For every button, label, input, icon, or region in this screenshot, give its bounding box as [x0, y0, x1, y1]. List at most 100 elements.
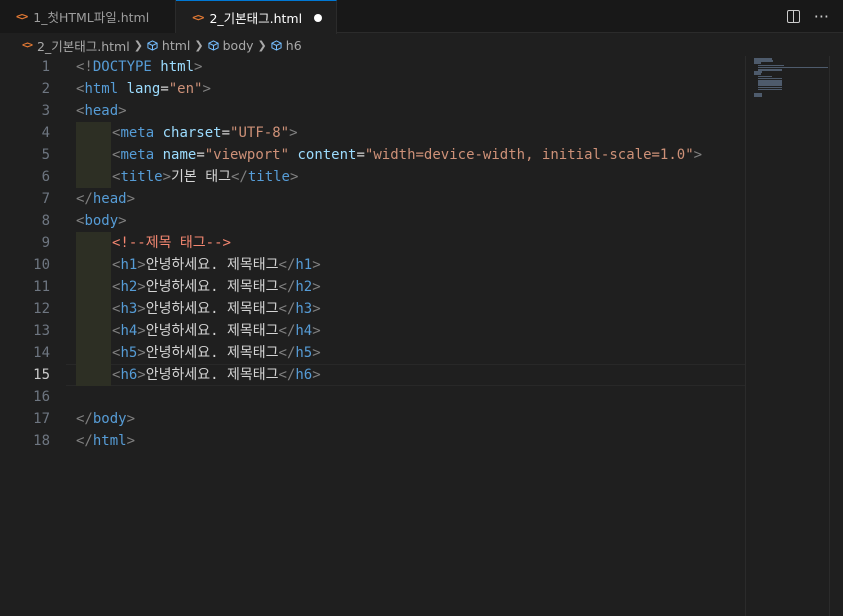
- code-token: >: [126, 433, 136, 449]
- chevron-right-icon: ❯: [194, 38, 204, 52]
- code-text: </html>: [76, 430, 135, 452]
- code-text: <body>: [76, 210, 127, 232]
- code-token: name: [162, 147, 197, 163]
- code-token: =: [221, 125, 231, 141]
- breadcrumb-html[interactable]: html: [147, 38, 190, 53]
- tab-label: 2_기본태그.html: [209, 11, 303, 26]
- code-line[interactable]: 9 <!--제목 태그-->: [0, 232, 745, 254]
- line-number: 2: [41, 81, 50, 97]
- unsaved-dot-icon[interactable]: [314, 13, 323, 22]
- code-line[interactable]: 4 <meta charset="UTF-8">: [0, 122, 745, 144]
- code-token: </: [278, 257, 296, 273]
- code-token: >: [312, 345, 321, 361]
- code-line[interactable]: 10 <h1>안녕하세요. 제목태그</h1>: [0, 254, 745, 276]
- line-number: 10: [33, 257, 50, 273]
- tab-label: 1_첫HTML파일.html: [33, 10, 150, 25]
- indent-guide: [76, 122, 111, 144]
- indent-guide: [76, 166, 111, 188]
- code-line[interactable]: 2 <html lang="en">: [0, 78, 745, 100]
- code-line[interactable]: 5 <meta name="viewport" content="width=de…: [0, 144, 745, 166]
- code-token: >: [194, 59, 203, 75]
- code-token: >: [126, 191, 136, 207]
- line-number: 6: [41, 169, 50, 185]
- code-line[interactable]: 17 </body>: [0, 408, 745, 430]
- code-line[interactable]: 15 <h6>안녕하세요. 제목태그</h6>: [0, 364, 745, 386]
- indent-guide: [76, 254, 111, 276]
- html-file-icon: <>: [16, 10, 28, 23]
- code-token: </: [76, 433, 93, 449]
- code-token: html: [160, 59, 195, 75]
- indent-guide: [76, 342, 111, 364]
- code-token: 안녕하세요. 제목태그: [145, 301, 279, 317]
- code-token: <!--제목 태그-->: [112, 235, 231, 251]
- code-line[interactable]: 7 </head>: [0, 188, 745, 210]
- code-token: meta: [120, 125, 163, 141]
- code-text: <head>: [76, 100, 127, 122]
- more-actions-icon[interactable]: ···: [814, 8, 829, 25]
- line-number: 7: [41, 191, 50, 207]
- tab-1-first-html-file[interactable]: <> 1_첫HTML파일.html: [0, 0, 177, 33]
- indent-guide: [76, 364, 111, 386]
- code-line[interactable]: 12 <h3>안녕하세요. 제목태그</h3>: [0, 298, 745, 320]
- split-editor-icon[interactable]: [786, 10, 800, 23]
- code-token: </: [278, 345, 296, 361]
- breadcrumb-body[interactable]: body: [208, 38, 254, 53]
- code-token: >: [202, 81, 211, 97]
- code-token: >: [312, 367, 321, 383]
- code-line[interactable]: 11 <h2>안녕하세요. 제목태그</h2>: [0, 276, 745, 298]
- code-token: h4: [295, 323, 313, 339]
- code-line[interactable]: 16: [0, 386, 745, 408]
- code-line[interactable]: 1 <!DOCTYPE html>: [0, 56, 745, 78]
- code-token: >: [693, 147, 703, 163]
- code-line[interactable]: 13 <h4>안녕하세요. 제목태그</h4>: [0, 320, 745, 342]
- code-text: <h3>안녕하세요. 제목태그</h3>: [112, 298, 321, 320]
- line-number: 9: [41, 235, 50, 251]
- editor-actions: ···: [786, 0, 843, 33]
- code-token: body: [84, 213, 119, 229]
- line-number: 3: [41, 103, 50, 119]
- code-token: </: [278, 323, 296, 339]
- code-token: 기본 태그: [171, 169, 231, 185]
- code-token: h6: [295, 367, 313, 383]
- code-line[interactable]: 6 <title>기본 태그</title>: [0, 166, 745, 188]
- chevron-right-icon: ❯: [257, 38, 267, 52]
- code-token: h1: [120, 257, 138, 273]
- code-token: >: [137, 345, 146, 361]
- code-text: <h5>안녕하세요. 제목태그</h5>: [112, 342, 321, 364]
- line-number: 4: [41, 125, 50, 141]
- line-number: 12: [33, 301, 50, 317]
- code-token: charset: [162, 125, 222, 141]
- breadcrumb-h6[interactable]: h6: [271, 38, 302, 53]
- code-token: >: [290, 169, 299, 185]
- vertical-scrollbar[interactable]: [829, 56, 843, 616]
- indent-guide: [76, 298, 111, 320]
- minimap-line: [754, 95, 763, 97]
- line-number: 17: [33, 411, 50, 427]
- code-line[interactable]: 3 <head>: [0, 100, 745, 122]
- code-token: h3: [120, 301, 138, 317]
- code-token: h6: [120, 367, 138, 383]
- code-line[interactable]: 18 </html>: [0, 430, 745, 452]
- code-token: >: [289, 125, 298, 141]
- code-line[interactable]: 8 <body>: [0, 210, 745, 232]
- code-token: </: [76, 191, 93, 207]
- code-text: <!DOCTYPE html>: [76, 56, 202, 78]
- code-token: >: [137, 257, 146, 273]
- breadcrumb-file[interactable]: <> 2_기본태그.html: [22, 36, 130, 55]
- line-number: 16: [33, 389, 50, 405]
- code-token: "viewport": [204, 147, 298, 163]
- breadcrumb: <> 2_기본태그.html ❯ html ❯ body ❯ h6: [0, 34, 843, 56]
- code-line[interactable]: 14 <h5>안녕하세요. 제목태그</h5>: [0, 342, 745, 364]
- line-number: 11: [33, 279, 50, 295]
- code-token: >: [312, 257, 321, 273]
- code-token: content: [297, 147, 357, 163]
- code-token: head: [92, 191, 127, 207]
- code-token: html: [92, 433, 127, 449]
- code-token: >: [162, 169, 172, 185]
- tab-2-basic-tags[interactable]: <> 2_기본태그.html: [176, 0, 338, 34]
- code-token: "en": [168, 81, 203, 97]
- code-token: >: [118, 213, 127, 229]
- code-text: <html lang="en">: [76, 78, 211, 100]
- code-editor[interactable]: 1 <!DOCTYPE html> 2 <html lang="en"> 3 <head>…: [0, 56, 745, 616]
- code-token: >: [137, 301, 146, 317]
